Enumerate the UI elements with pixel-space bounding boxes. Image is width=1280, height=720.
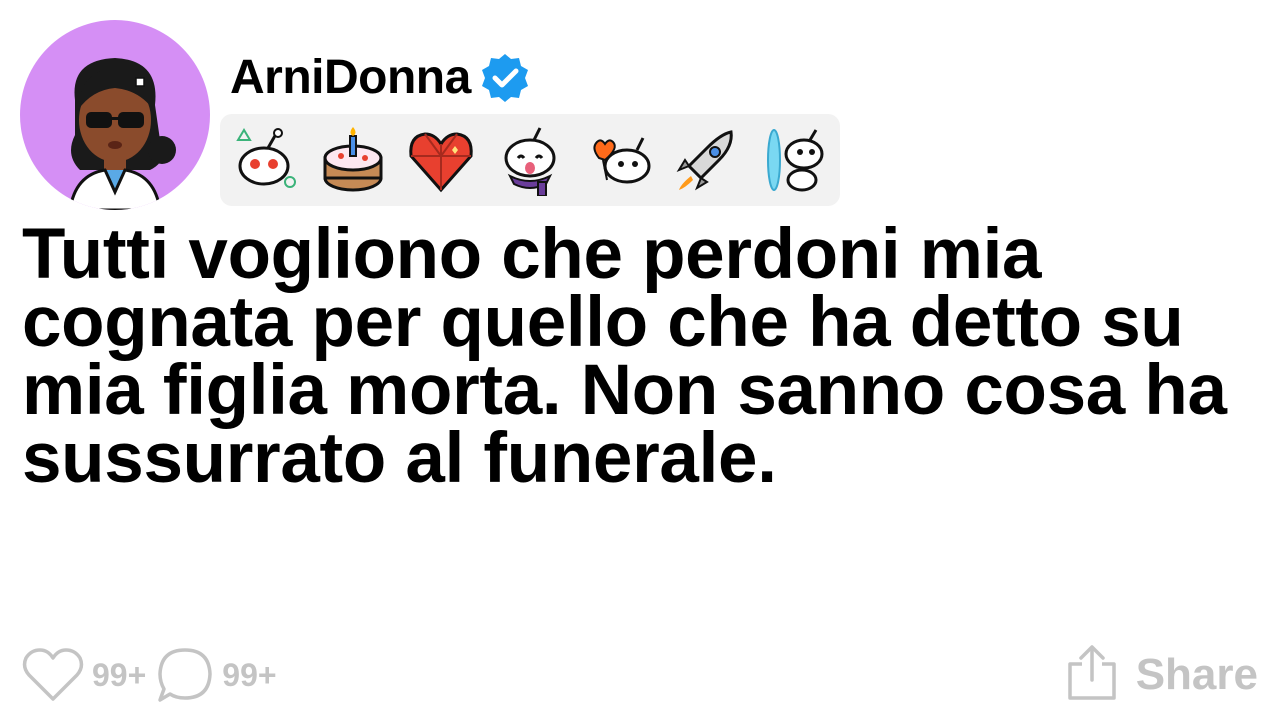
share-label: Share (1135, 650, 1258, 699)
post-actions: 99+ 99+ Share (22, 640, 1258, 710)
heart-icon[interactable] (22, 647, 84, 703)
username[interactable]: ArniDonna (230, 50, 471, 106)
birthday-cake-icon[interactable] (317, 124, 389, 196)
like-count: 99+ (92, 656, 147, 693)
post-title: Tutti vogliono che perdoni mia cognata p… (22, 215, 1227, 498)
snoo-tongue-scarf-icon[interactable] (494, 124, 566, 196)
gem-heart-icon[interactable] (405, 124, 477, 196)
comment-count: 99+ (222, 656, 277, 693)
share-button[interactable]: Share (1064, 644, 1258, 707)
like-action[interactable]: 99+ (22, 647, 146, 703)
comment-action[interactable]: 99+ (156, 646, 277, 704)
snoo-heart-balloons-icon[interactable] (583, 124, 655, 196)
snoo-portal-icon[interactable] (760, 124, 832, 196)
author-info: ArniDonna (220, 20, 840, 206)
comment-bubble-icon[interactable] (156, 646, 214, 704)
author-name-row: ArniDonna (230, 50, 840, 106)
verified-badge-icon (477, 50, 533, 106)
post-card: ArniDonna Tutti vogliono che perdoni mia… (0, 0, 1280, 720)
snoo-thinking-icon[interactable] (228, 124, 300, 196)
share-icon[interactable] (1064, 644, 1120, 707)
avatar-illustration (20, 20, 210, 210)
rocket-icon[interactable] (671, 124, 743, 196)
awards-strip (220, 114, 840, 206)
post-header: ArniDonna (20, 20, 840, 212)
avatar[interactable] (20, 20, 210, 210)
